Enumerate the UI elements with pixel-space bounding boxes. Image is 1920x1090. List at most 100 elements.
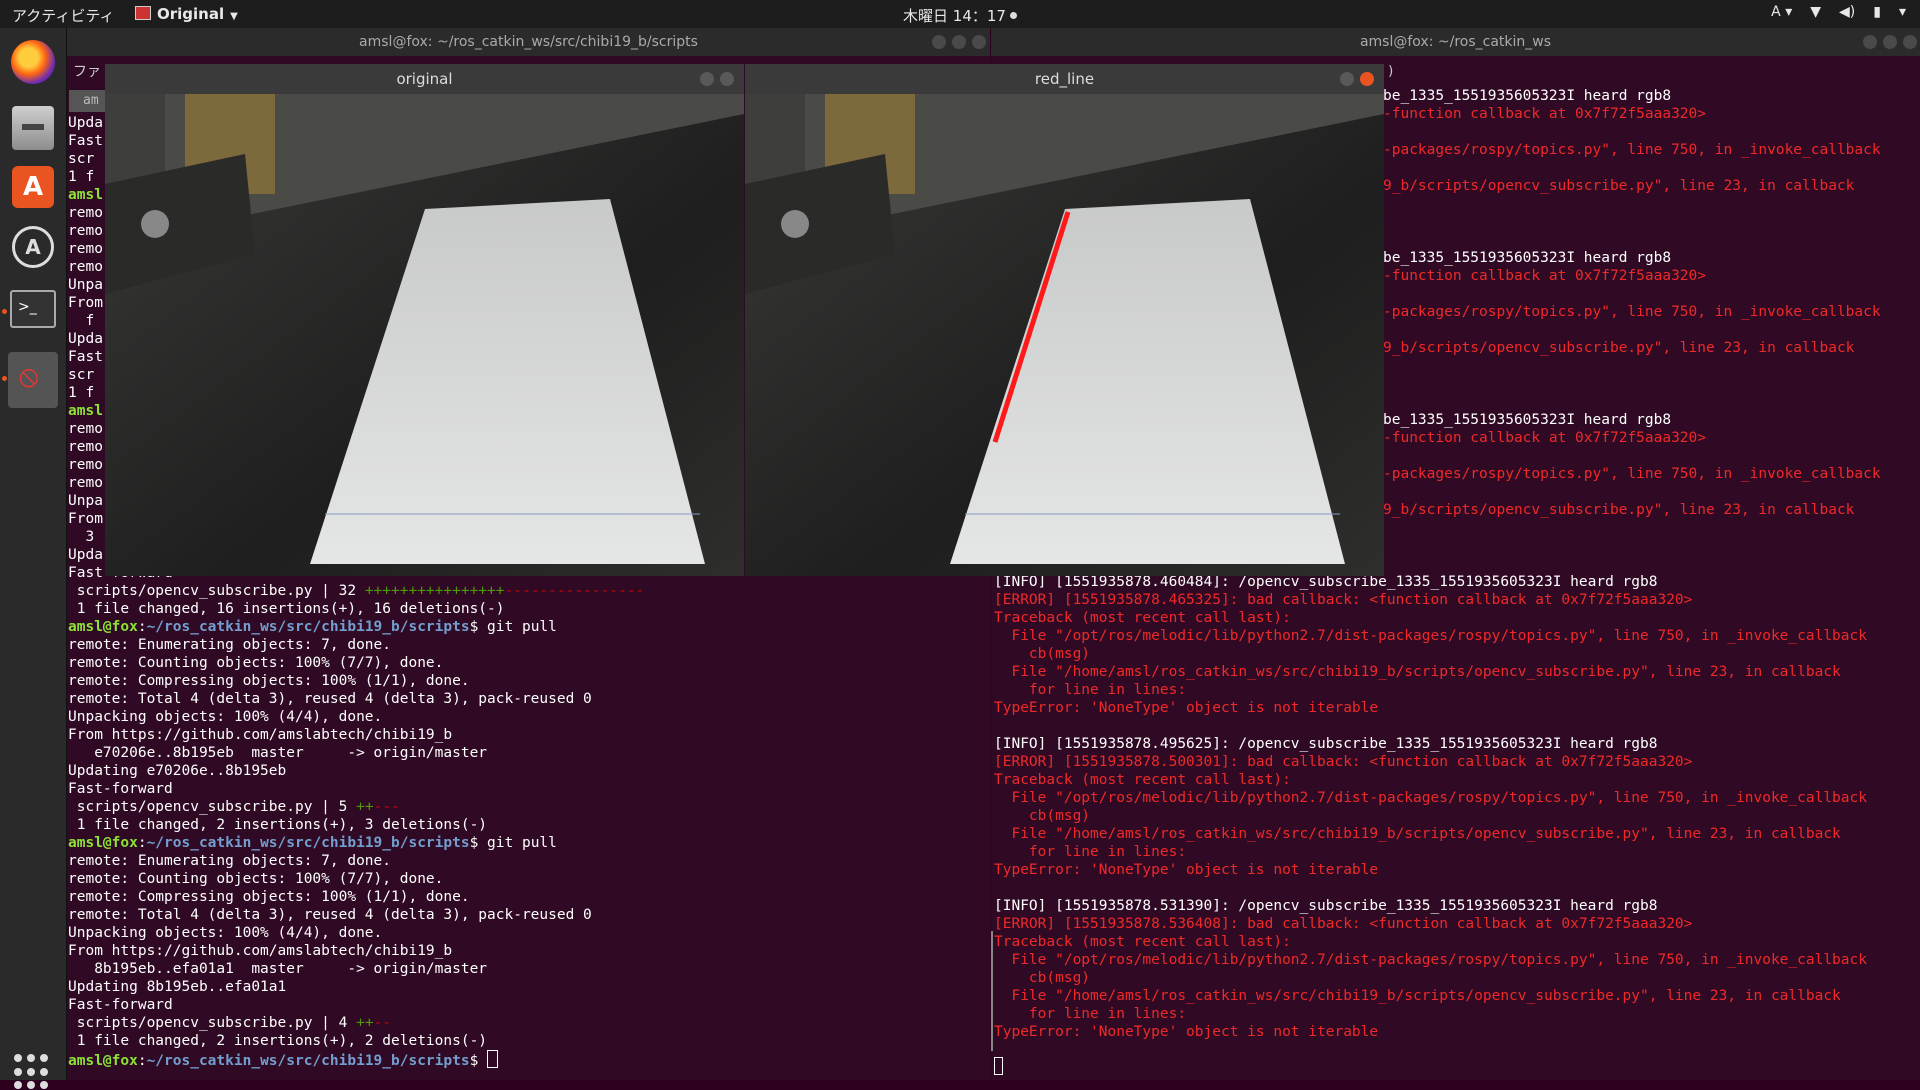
- close-icon[interactable]: [1360, 72, 1374, 86]
- battery-icon[interactable]: ▮: [1873, 4, 1881, 20]
- minimize-icon[interactable]: [932, 35, 946, 49]
- prompt-user: amsl@fox: [68, 619, 138, 635]
- close-icon[interactable]: [1903, 35, 1917, 49]
- volume-icon[interactable]: ◀): [1839, 4, 1855, 20]
- original-camera-image: [105, 94, 744, 576]
- terminal-line: Fast-forward: [68, 996, 644, 1014]
- terminal-line: amsl@fox:~/ros_catkin_ws/src/chibi19_b/s…: [68, 1050, 644, 1069]
- prompt-user: amsl@fox: [68, 1053, 138, 1069]
- input-method-indicator[interactable]: A ▾: [1771, 4, 1792, 20]
- line-text: Updating 8b195eb..efa01a1: [68, 979, 287, 995]
- terminal-line: remote: Counting objects: 100% (7/7), do…: [68, 654, 644, 672]
- activities-button[interactable]: アクティビティ: [12, 5, 114, 26]
- terminal-cursor: [994, 1057, 1003, 1075]
- line-text: e70206e..8b195eb master -> origin/master: [68, 745, 488, 761]
- prompt-colon: :: [137, 835, 147, 851]
- log-line: Traceback (most recent call last):: [994, 934, 1291, 950]
- prompt-colon: :: [137, 1053, 147, 1069]
- partial-line: Upda: [68, 547, 103, 563]
- updater-icon[interactable]: A: [12, 226, 54, 268]
- system-menu-chevron-icon[interactable]: ▾: [1899, 4, 1906, 20]
- minimize-icon[interactable]: [700, 72, 714, 86]
- original-titlebar[interactable]: original: [105, 64, 744, 94]
- line-text: Unpacking objects: 100% (4/4), done.: [68, 925, 383, 941]
- line-text: Fast-forward: [68, 781, 173, 797]
- log-line: -packages/rospy/topics.py", line 750, in…: [1383, 304, 1881, 320]
- terminal-line: remote: Total 4 (delta 3), reused 4 (del…: [68, 906, 644, 924]
- partial-line: remo: [68, 223, 103, 239]
- line-text: scripts/opencv_subscribe.py | 4: [68, 1015, 357, 1031]
- log-line: -packages/rospy/topics.py", line 750, in…: [1383, 142, 1881, 158]
- terminal-cursor: [487, 1050, 499, 1068]
- prompt-user: amsl@fox: [68, 835, 138, 851]
- terminal-line: e70206e..8b195eb master -> origin/master: [68, 744, 644, 762]
- terminal-line: remote: Total 4 (delta 3), reused 4 (del…: [68, 690, 644, 708]
- firefox-icon[interactable]: [11, 40, 55, 84]
- menu-fragment[interactable]: ファ: [73, 63, 101, 81]
- diff-plus: ++++++++++++++++: [364, 583, 505, 599]
- partial-line: scr: [68, 151, 95, 167]
- blocked-app-icon[interactable]: [8, 352, 58, 408]
- log-line: File "/home/amsl/ros_catkin_ws/src/chibi…: [994, 826, 1841, 842]
- running-indicator: [2, 309, 7, 314]
- system-tray[interactable]: A ▾ ▼ ◀) ▮ ▾: [1771, 4, 1906, 20]
- left-terminal-title: amsl@fox: ~/ros_catkin_ws/src/chibi19_b/…: [359, 34, 698, 50]
- log-line: for line in lines:: [994, 844, 1187, 860]
- line-text: remote: Enumerating objects: 7, done.: [68, 853, 392, 869]
- show-apps-icon[interactable]: [14, 1054, 50, 1090]
- line-text: From https://github.com/amslabtech/chibi…: [68, 727, 453, 743]
- line-text: 1 file changed, 2 insertions(+), 2 delet…: [68, 1033, 488, 1049]
- red-line-titlebar[interactable]: red_line: [745, 64, 1384, 94]
- terminal-line: remote: Counting objects: 100% (7/7), do…: [68, 870, 644, 888]
- partial-line: 1 f: [68, 169, 95, 185]
- top-bar: アクティビティ Original ▼ 木曜日 14：17 A ▾ ▼ ◀) ▮ ▾: [0, 0, 1920, 28]
- log-line: for line in lines:: [994, 1006, 1187, 1022]
- software-icon[interactable]: A: [12, 166, 54, 208]
- partial-line: remo: [68, 205, 103, 221]
- original-window[interactable]: original: [105, 64, 744, 576]
- prompt-command: $: [469, 1053, 488, 1069]
- close-icon[interactable]: [720, 72, 734, 86]
- wifi-icon[interactable]: ▼: [1810, 4, 1821, 20]
- clock[interactable]: 木曜日 14：17: [903, 7, 1017, 25]
- red-line-camera-image: [745, 94, 1384, 576]
- right-terminal-title: amsl@fox: ~/ros_catkin_ws: [1359, 34, 1552, 50]
- log-line: be_1335_1551935605323I heard rgb8: [1383, 88, 1672, 104]
- notification-dot-icon: [1009, 12, 1017, 19]
- minimize-icon[interactable]: [1863, 35, 1877, 49]
- log-line: [ERROR] [1551935878.500301]: bad callbac…: [994, 754, 1693, 770]
- app-menu[interactable]: Original ▼: [135, 5, 238, 23]
- maximize-icon[interactable]: [1883, 35, 1897, 49]
- minimize-icon[interactable]: [1340, 72, 1354, 86]
- line-text: scripts/opencv_subscribe.py | 5: [68, 799, 357, 815]
- line-text: remote: Total 4 (delta 3), reused 4 (del…: [68, 691, 592, 707]
- right-terminal-titlebar[interactable]: amsl@fox: ~/ros_catkin_ws: [991, 28, 1920, 56]
- partial-line: remo: [68, 457, 103, 473]
- log-line: [ERROR] [1551935878.536408]: bad callbac…: [994, 916, 1693, 932]
- left-terminal-titlebar[interactable]: amsl@fox: ~/ros_catkin_ws/src/chibi19_b/…: [67, 28, 990, 56]
- scrollbar[interactable]: [991, 931, 993, 1051]
- close-icon[interactable]: [972, 35, 986, 49]
- maximize-icon[interactable]: [952, 35, 966, 49]
- red-line-window[interactable]: red_line: [745, 64, 1384, 576]
- terminal-icon[interactable]: >_: [10, 290, 56, 328]
- line-text: Updating e70206e..8b195eb: [68, 763, 287, 779]
- partial-line: From: [68, 295, 103, 311]
- terminal-line: 1 file changed, 2 insertions(+), 3 delet…: [68, 816, 644, 834]
- terminal-line: amsl@fox:~/ros_catkin_ws/src/chibi19_b/s…: [68, 834, 644, 852]
- terminal-line: From https://github.com/amslabtech/chibi…: [68, 942, 644, 960]
- menu-fragment[interactable]: ): [1387, 63, 1395, 81]
- log-line: 9_b/scripts/opencv_subscribe.py", line 2…: [1383, 340, 1855, 356]
- app-menu-icon: [135, 6, 151, 20]
- dock: A A >_: [0, 28, 67, 1090]
- terminal-line: Unpacking objects: 100% (4/4), done.: [68, 708, 644, 726]
- files-icon[interactable]: [12, 106, 54, 150]
- diff-minus: --: [373, 1015, 392, 1031]
